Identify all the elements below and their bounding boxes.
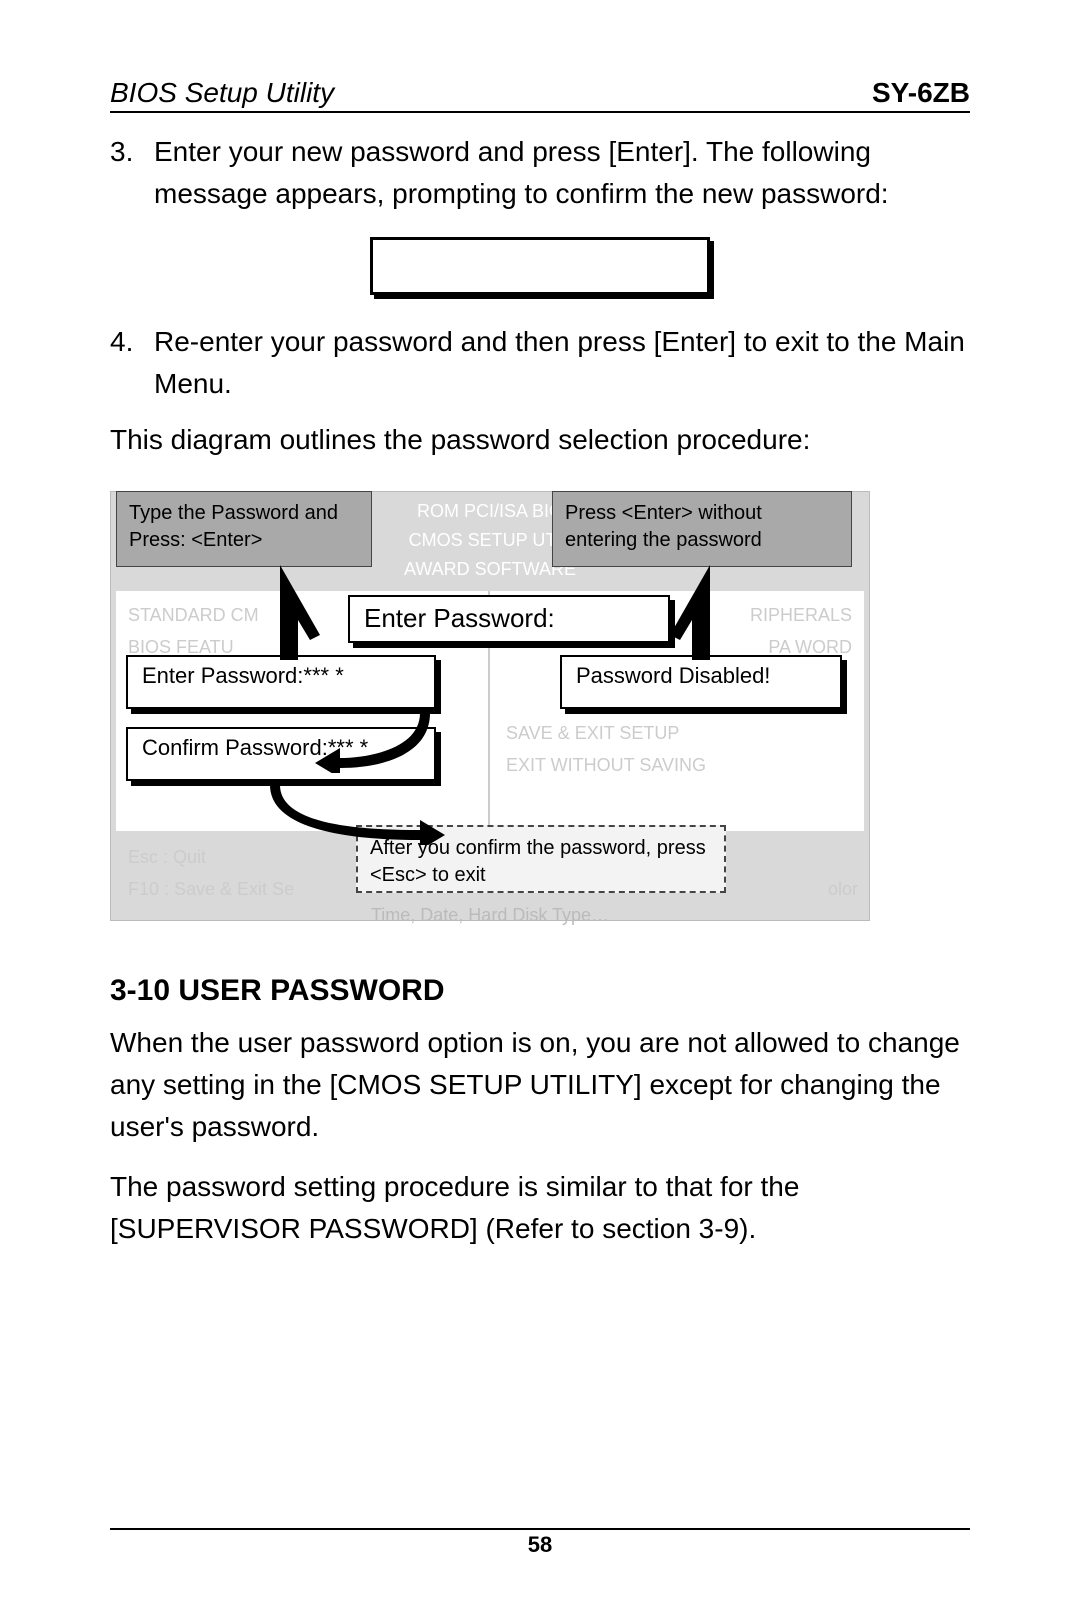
bios-footer-left: Esc : Quit F10 : Save & Exit Se [128, 841, 294, 906]
callout-press-enter: Press <Enter> without entering the passw… [552, 491, 852, 567]
password-diagram: ROM PCI/ISA BIO CMOS SETUP UTIL AWARD SO… [110, 479, 870, 934]
step-4: 4. Re-enter your password and then press… [110, 321, 970, 405]
section-p2: The password setting procedure is simila… [110, 1166, 970, 1250]
arrow-top-right-icon [650, 565, 730, 665]
arrow-top-left-icon [260, 565, 340, 665]
popup-enter-password-title: Enter Password: [348, 595, 670, 643]
section-heading-user-password: 3-10 USER PASSWORD [110, 974, 970, 1008]
arrow-curve-confirm-esc-icon [270, 775, 450, 845]
bios-header-line2: CMOS SETUP UTIL [409, 530, 572, 550]
bios-footer-r2: olor [828, 879, 858, 899]
header-left: BIOS Setup Utility [110, 77, 334, 109]
callout-type-password: Type the Password and Press: <Enter> [116, 491, 372, 567]
header-right: SY-6ZB [872, 77, 970, 109]
section-p1: When the user password option is on, you… [110, 1022, 970, 1148]
diagram-intro: This diagram outlines the password selec… [110, 419, 970, 461]
step-4-num: 4. [110, 321, 154, 405]
bios-right-mid-1: SAVE & EXIT SETUP [506, 723, 679, 743]
step-3: 3. Enter your new password and press [En… [110, 131, 970, 215]
confirm-message-box [370, 237, 710, 295]
bios-header-line1: ROM PCI/ISA BIO [417, 501, 563, 521]
bios-header-line3: AWARD SOFTWARE [404, 559, 576, 579]
bios-footer-right: olor [828, 841, 858, 906]
bios-right-1: RIPHERALS [750, 605, 852, 625]
page-header: BIOS Setup Utility SY-6ZB [110, 77, 970, 113]
step-3-num: 3. [110, 131, 154, 215]
bios-footer-l1: Esc : Quit [128, 847, 206, 867]
bios-left-1: STANDARD CM [128, 605, 259, 625]
bios-right-mid: SAVE & EXIT SETUP EXIT WITHOUT SAVING [506, 717, 706, 782]
bios-footer-time: Time, Date, Hard Disk Type… [110, 905, 870, 926]
bios-footer-l2: F10 : Save & Exit Se [128, 879, 294, 899]
footer-rule [110, 1528, 970, 1530]
step-3-text: Enter your new password and press [Enter… [154, 131, 970, 215]
step-4-text: Re-enter your password and then press [E… [154, 321, 970, 405]
page-number: 58 [0, 1532, 1080, 1558]
arrow-curve-enter-confirm-icon [310, 703, 430, 773]
bios-right-mid-2: EXIT WITHOUT SAVING [506, 755, 706, 775]
